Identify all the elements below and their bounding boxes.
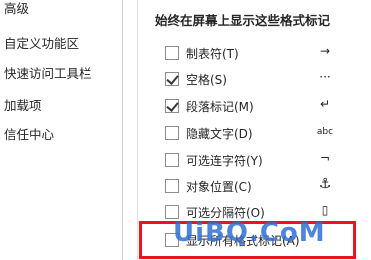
option-hidden-text[interactable]: 隐藏文字(D) abc: [165, 124, 371, 144]
checkbox[interactable]: [165, 126, 179, 140]
option-label: 制表符(T): [186, 47, 239, 61]
paragraph-mark-icon: ↵: [319, 97, 331, 111]
option-tab-characters[interactable]: 制表符(T) →: [165, 44, 371, 64]
checkbox[interactable]: [165, 153, 179, 167]
checkbox[interactable]: [165, 205, 179, 219]
options-nav: 高级 自定义功能区 快速访问工具栏 加载项 信任中心: [0, 0, 122, 260]
option-label: 隐藏文字(D): [186, 127, 253, 141]
option-label: 对象位置(C): [186, 180, 252, 194]
space-dots-icon: ···: [319, 70, 331, 84]
option-object-anchors[interactable]: 对象位置(C) ⚓: [165, 176, 371, 197]
nav-item-advanced[interactable]: 高级: [4, 0, 29, 17]
option-spaces[interactable]: 空格(S) ···: [165, 70, 371, 90]
nav-item-customize-ribbon[interactable]: 自定义功能区: [4, 33, 79, 52]
option-optional-hyphens[interactable]: 可选连字符(Y) ¬: [165, 151, 371, 171]
tab-arrow-icon: →: [319, 44, 331, 58]
option-label: 可选连字符(Y): [186, 154, 263, 168]
divider-line: [122, 0, 123, 260]
nav-item-trust-center[interactable]: 信任中心: [4, 124, 54, 143]
nav-item-quick-access-toolbar[interactable]: 快速访问工具栏: [4, 63, 92, 82]
watermark: UiBQ.CoM: [173, 218, 326, 248]
hidden-text-icon: abc: [316, 127, 334, 137]
nav-divider: [122, 0, 138, 260]
optional-hyphen-icon: ¬: [319, 151, 331, 165]
checkbox[interactable]: [165, 72, 179, 86]
option-label: 段落标记(M): [186, 100, 254, 114]
section-title: 始终在屏幕上显示这些格式标记: [155, 13, 331, 28]
checkbox[interactable]: [165, 46, 179, 60]
checkbox[interactable]: [165, 179, 179, 193]
separator-icon: ▯: [321, 203, 329, 217]
checkbox[interactable]: [165, 99, 179, 113]
nav-item-add-ins[interactable]: 加载项: [4, 95, 42, 114]
option-paragraph-marks[interactable]: 段落标记(M) ↵: [165, 97, 371, 117]
anchor-icon: ⚓: [318, 176, 332, 192]
option-label: 空格(S): [186, 73, 227, 87]
